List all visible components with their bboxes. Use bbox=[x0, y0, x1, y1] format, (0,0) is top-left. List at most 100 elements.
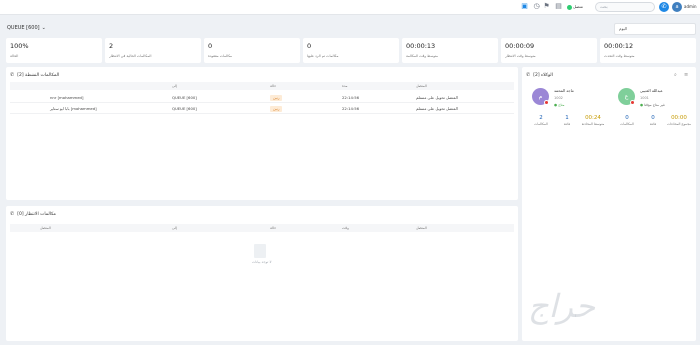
agent-extension: 1002 bbox=[554, 96, 563, 100]
stats-row: 100% الحالة 2 المكالمات الحالية في الانتظا… bbox=[6, 38, 696, 63]
stat-card: 2 المكالمات الحالية في الانتظار bbox=[105, 38, 201, 63]
period-filter-select[interactable]: اليوم bbox=[614, 23, 696, 35]
column-header: حالة bbox=[270, 84, 277, 88]
call-duration: 22:14:56 bbox=[342, 95, 360, 100]
agent-stat-value: 00:24 bbox=[585, 115, 601, 121]
call-status-cell: رنين bbox=[270, 104, 342, 113]
search-icon[interactable]: ⌕ bbox=[674, 71, 677, 79]
agent-stat-value: 0 bbox=[625, 115, 629, 121]
call-status-cell: رنين bbox=[270, 93, 342, 102]
stat-label: متوسط وقت الانتظار bbox=[505, 54, 536, 58]
waiting-calls-title-text: مكالمات الانتظار [0] bbox=[17, 212, 56, 217]
column-header bbox=[10, 82, 172, 90]
waiting-calls-title: ✆ مكالمات الانتظار [0] bbox=[10, 210, 56, 219]
stat-card: 00:00:12 متوسط وقت التحدث bbox=[600, 38, 696, 63]
table-header: المتصل إلى حالة وقت المتصل bbox=[10, 224, 514, 232]
empty-state-text: لا توجد بيانات bbox=[252, 260, 272, 264]
agent-stat-value: 1 bbox=[565, 115, 569, 121]
agent-status[interactable]: ● غير متاح مؤقتا bbox=[640, 102, 665, 108]
stat-card: 0 مكالمات مفقودة bbox=[204, 38, 300, 63]
chevron-down-icon: ⌄ bbox=[41, 25, 46, 31]
stat-value: 00:00:12 bbox=[604, 42, 634, 50]
stat-card: 00:00:09 متوسط وقت الانتظار bbox=[501, 38, 597, 63]
agent-stat-label: المكالمات bbox=[534, 122, 548, 126]
agent-stat-label: فائتة bbox=[563, 122, 571, 126]
agent-status-label: متاح bbox=[558, 103, 565, 107]
stat-value: 00:00:09 bbox=[505, 42, 535, 50]
agent-stat-value: 0 bbox=[651, 115, 655, 121]
stat-label: الحالة bbox=[10, 54, 19, 58]
flag-icon[interactable]: ⚑ bbox=[543, 3, 550, 10]
agent-stat-label: المكالمات bbox=[620, 122, 634, 126]
stat-label: المكالمات الحالية في الانتظار bbox=[109, 54, 152, 58]
user-name[interactable]: admin bbox=[684, 3, 697, 11]
stat-label: مكالمات تم الرد عليها bbox=[307, 54, 339, 58]
active-calls-panel: ✆ المكالمات النشطة [2] إلى حالة مدة المتص… bbox=[6, 67, 518, 200]
agent-stat: 0 فائتة bbox=[640, 115, 666, 127]
user-icon: ● bbox=[640, 103, 644, 107]
status-label: متصل bbox=[573, 4, 583, 9]
active-calls-title: ✆ المكالمات النشطة [2] bbox=[10, 71, 59, 80]
agent-card[interactable]: ع عبدالله العتيبي 1001 ● غير متاح مؤقتا … bbox=[614, 85, 692, 145]
column-header: المتصل bbox=[40, 226, 51, 230]
table-row[interactable]: بابا ابو ستاير [mohammed] QUEUE [600] رن… bbox=[10, 104, 514, 114]
column-header: وقت bbox=[342, 226, 349, 230]
agents-title: ✆ الوكلاء [2] bbox=[526, 71, 553, 80]
queue-select-value: QUEUE [600] bbox=[7, 25, 40, 31]
agent-card[interactable]: م ماجد المحمد 1002 ● متاح 2 المكالمات 1 فا… bbox=[528, 85, 606, 145]
search-input[interactable]: بحث bbox=[595, 2, 655, 12]
call-caller: بابا ابو ستاير [mohammed] bbox=[50, 106, 97, 111]
phone-icon: ✆ bbox=[10, 72, 15, 78]
agent-stat-value: 00:00 bbox=[671, 115, 687, 121]
phone-icon: ✆ bbox=[526, 72, 531, 78]
queue-select[interactable]: QUEUE [600] ⌄ bbox=[7, 24, 46, 32]
clock-icon[interactable]: ◷ bbox=[533, 3, 540, 10]
call-caller: nnr [mohammed] bbox=[50, 95, 84, 100]
phone-icon[interactable]: ✆ bbox=[659, 2, 669, 12]
agent-stats: 2 المكالمات 1 فائتة 00:24 متوسط المحادثة bbox=[528, 115, 606, 127]
avatar[interactable]: a bbox=[672, 2, 682, 12]
call-destination: QUEUE [600] bbox=[172, 95, 197, 100]
stat-label: متوسط وقت التحدث bbox=[604, 54, 635, 58]
agent-stat: 00:00 مجموع المحادثات bbox=[666, 115, 692, 127]
stat-label: متوسط وقت المكالمة bbox=[406, 54, 439, 58]
active-calls-title-text: المكالمات النشطة [2] bbox=[17, 73, 60, 78]
agent-stat-label: مجموع المحادثات bbox=[667, 122, 691, 126]
stat-card: 100% الحالة bbox=[6, 38, 102, 63]
empty-state-icon bbox=[254, 244, 266, 258]
status-dot-icon bbox=[567, 4, 572, 10]
agent-extension: 1001 bbox=[640, 96, 649, 100]
column-header: إلى bbox=[172, 84, 177, 88]
watermark-logo: حراج bbox=[528, 287, 595, 325]
status-dot-icon bbox=[544, 100, 549, 105]
column-header: المتصل bbox=[416, 84, 427, 88]
agent-name: ماجد المحمد bbox=[554, 88, 574, 93]
stat-card: 00:00:13 متوسط وقت المكالمة bbox=[402, 38, 498, 63]
status-indicator[interactable]: متصل bbox=[567, 2, 583, 12]
table-row[interactable]: nnr [mohammed] QUEUE [600] رنين 22:14:56… bbox=[10, 93, 514, 103]
column-header: المتصل bbox=[416, 226, 427, 230]
call-note: المتصل تحويل على مستلم bbox=[416, 106, 458, 111]
agent-stats: 0 المكالمات 0 فائتة 00:00 مجموع المحادثات bbox=[614, 115, 692, 127]
agent-status-label: غير متاح مؤقتا bbox=[644, 103, 665, 107]
agent-status[interactable]: ● متاح bbox=[554, 102, 564, 108]
agent-stat: 00:24 متوسط المحادثة bbox=[580, 115, 606, 127]
agent-name: عبدالله العتيبي bbox=[640, 88, 663, 93]
stat-value: 00:00:13 bbox=[406, 42, 436, 50]
user-icon: ● bbox=[554, 103, 558, 107]
call-note: المتصل تحويل على مستلم bbox=[416, 95, 458, 100]
monitor-icon[interactable]: ▣ bbox=[521, 3, 528, 10]
stat-value: 2 bbox=[109, 42, 114, 50]
grid-icon[interactable]: ▤ bbox=[555, 3, 562, 10]
table-header: إلى حالة مدة المتصل bbox=[10, 82, 514, 90]
agent-stat: 0 المكالمات bbox=[614, 115, 640, 127]
column-header: إلى bbox=[172, 226, 177, 230]
agent-stat-label: فائتة bbox=[649, 122, 657, 126]
status-badge: رنين bbox=[270, 95, 283, 101]
status-dot-icon bbox=[630, 100, 635, 105]
stat-value: 100% bbox=[10, 42, 29, 50]
column-header: حالة bbox=[270, 226, 277, 230]
waiting-calls-panel: ✆ مكالمات الانتظار [0] المتصل إلى حالة وق… bbox=[6, 206, 518, 341]
agents-title-text: الوكلاء [2] bbox=[533, 73, 553, 78]
menu-icon[interactable]: ≡ bbox=[684, 71, 688, 79]
